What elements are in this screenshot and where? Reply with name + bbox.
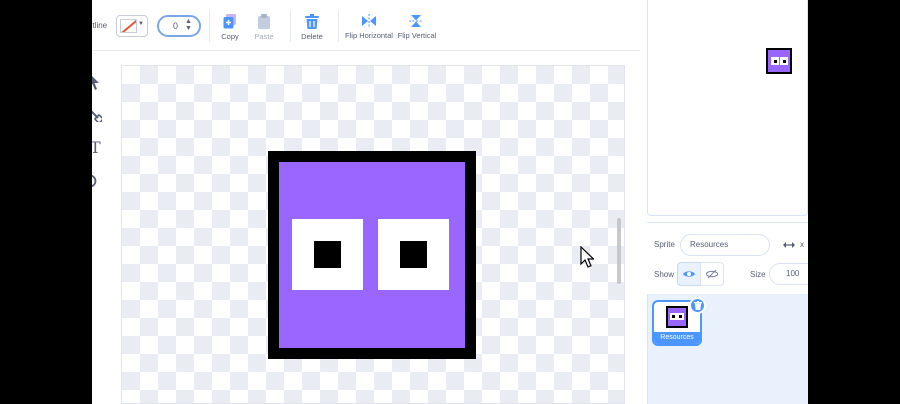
flip-vertical-button[interactable]: Flip Vertical xyxy=(387,14,447,40)
sprite-label: Sprite xyxy=(654,240,675,249)
paint-canvas[interactable] xyxy=(121,65,625,404)
x-position-arrows-icon xyxy=(783,242,795,248)
canvas-scrollbar[interactable] xyxy=(617,218,621,284)
left-eye[interactable] xyxy=(292,219,363,290)
sprite-thumbnail xyxy=(666,306,688,328)
paste-icon xyxy=(258,14,270,29)
right-eye[interactable] xyxy=(378,219,449,290)
costume-square-outline[interactable] xyxy=(268,151,476,359)
reshape-tool-icon[interactable] xyxy=(92,108,102,122)
outline-width-input[interactable]: 0 ▲ ▼ xyxy=(157,15,201,37)
costume-face[interactable] xyxy=(279,162,465,348)
stage-sprite-eye xyxy=(771,57,779,65)
select-arrow-icon[interactable] xyxy=(92,74,100,90)
paint-tool-column: T xyxy=(92,70,106,210)
scratch-editor: utline ▼ 0 ▲▼ Copy xyxy=(92,0,808,404)
stepper-arrows-icon[interactable]: ▲ ▼ xyxy=(185,18,192,32)
delete-sprite-button[interactable] xyxy=(689,297,706,314)
sprite-thumbnail-face xyxy=(668,308,686,326)
stage-sprite-face xyxy=(768,50,790,72)
sprite-thumbnail-eye xyxy=(670,313,677,320)
delete-label: Delete xyxy=(301,32,323,41)
flip-vertical-icon xyxy=(409,15,423,27)
size-value: 100 xyxy=(786,269,800,278)
show-sprite-button[interactable] xyxy=(677,262,701,286)
delete-button[interactable]: Delete xyxy=(282,14,342,41)
outline-color-picker[interactable]: ▼ xyxy=(116,15,148,37)
eye-icon xyxy=(683,271,695,277)
sprite-name-value: Resources xyxy=(690,240,729,249)
paint-toolbar: utline ▼ 0 ▲▼ Copy xyxy=(92,0,640,51)
size-input[interactable]: 100 xyxy=(769,263,808,285)
left-pupil[interactable] xyxy=(314,241,341,268)
text-tool-icon[interactable]: T xyxy=(92,138,101,157)
stage-sprite-eye xyxy=(780,57,788,65)
x-label: x xyxy=(800,240,804,249)
outline-color-none-swatch xyxy=(120,19,137,33)
mouse-pointer-icon xyxy=(580,246,594,268)
sprite-tile-name: Resources xyxy=(654,332,700,344)
show-label: Show xyxy=(654,270,675,279)
sprite-info-panel: Sprite Resources x Show Size 100 xyxy=(647,222,808,294)
circle-tool-icon[interactable] xyxy=(92,174,100,188)
chevron-down-icon: ▼ xyxy=(138,21,144,27)
flip-horizontal-icon xyxy=(362,14,376,28)
stage-sprite-resources[interactable] xyxy=(766,48,792,74)
stage-preview[interactable] xyxy=(647,0,808,216)
size-label: Size xyxy=(750,270,766,279)
sprite-list: Resources xyxy=(647,294,808,404)
sprite-name-input[interactable]: Resources xyxy=(680,234,770,256)
outline-label: utline xyxy=(92,21,108,30)
eye-slash-icon xyxy=(706,269,718,279)
outline-width-value: 0 xyxy=(173,21,179,31)
right-pupil[interactable] xyxy=(400,241,427,268)
paint-editor: utline ▼ 0 ▲▼ Copy xyxy=(92,0,640,404)
hide-sprite-button[interactable] xyxy=(700,262,724,286)
trash-icon xyxy=(305,14,319,29)
sprite-thumbnail-eye xyxy=(677,313,684,320)
flip-vertical-label: Flip Vertical xyxy=(397,31,437,40)
trash-icon xyxy=(693,301,702,310)
